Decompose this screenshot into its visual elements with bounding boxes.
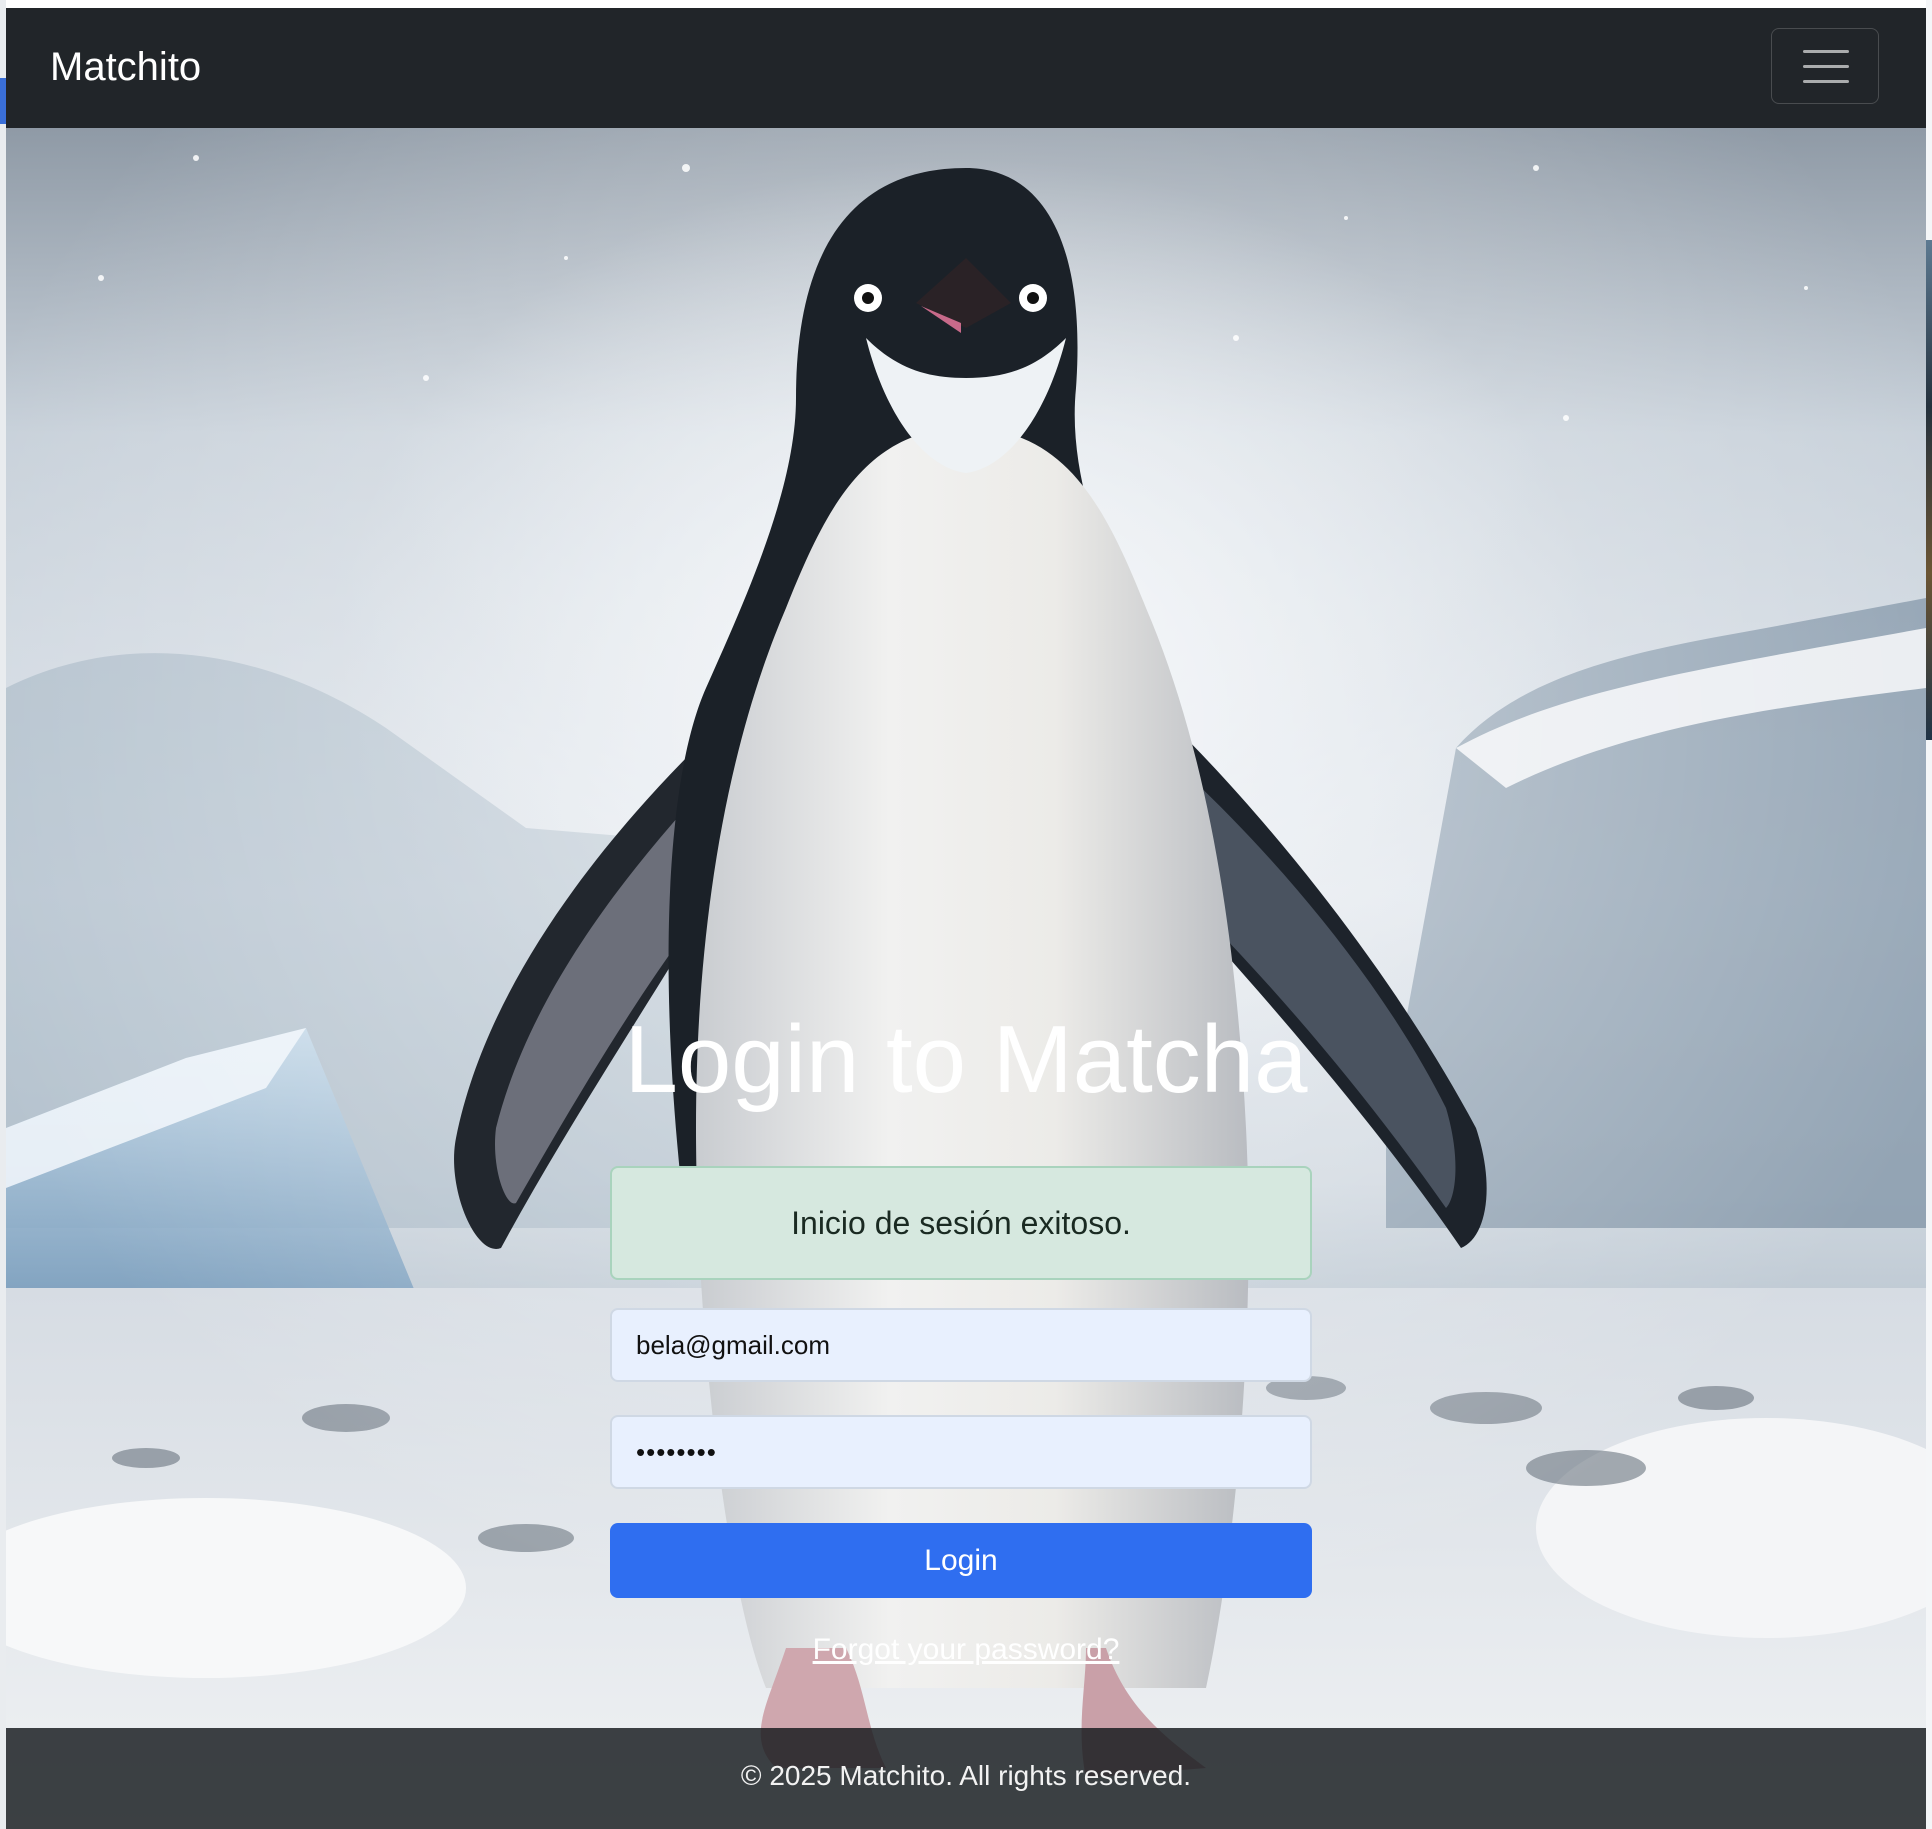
forgot-password-link[interactable]: Forgot your password? bbox=[6, 1630, 1926, 1670]
page-title: Login to Matcha bbox=[624, 1006, 1308, 1113]
footer-text: © 2025 Matchito. All rights reserved. bbox=[740, 1760, 1192, 1791]
navbar-brand[interactable]: Matchito bbox=[50, 43, 201, 91]
email-input[interactable] bbox=[610, 1308, 1312, 1382]
success-alert: Inicio de sesión exitoso. bbox=[610, 1166, 1312, 1280]
browser-viewport: Matchito Login to Matcha Inicio de sesió… bbox=[6, 8, 1926, 1829]
alert-message: Inicio de sesión exitoso. bbox=[791, 1205, 1131, 1241]
navbar-toggle-button[interactable] bbox=[1771, 28, 1879, 104]
footer: © 2025 Matchito. All rights reserved. bbox=[6, 1728, 1926, 1829]
password-input[interactable] bbox=[610, 1415, 1312, 1489]
window-right-edge bbox=[1926, 0, 1932, 1829]
navbar: Matchito bbox=[6, 8, 1926, 128]
login-button[interactable]: Login bbox=[610, 1523, 1312, 1598]
hero-section: Login to Matcha Inicio de sesión exitoso… bbox=[6, 128, 1926, 1829]
